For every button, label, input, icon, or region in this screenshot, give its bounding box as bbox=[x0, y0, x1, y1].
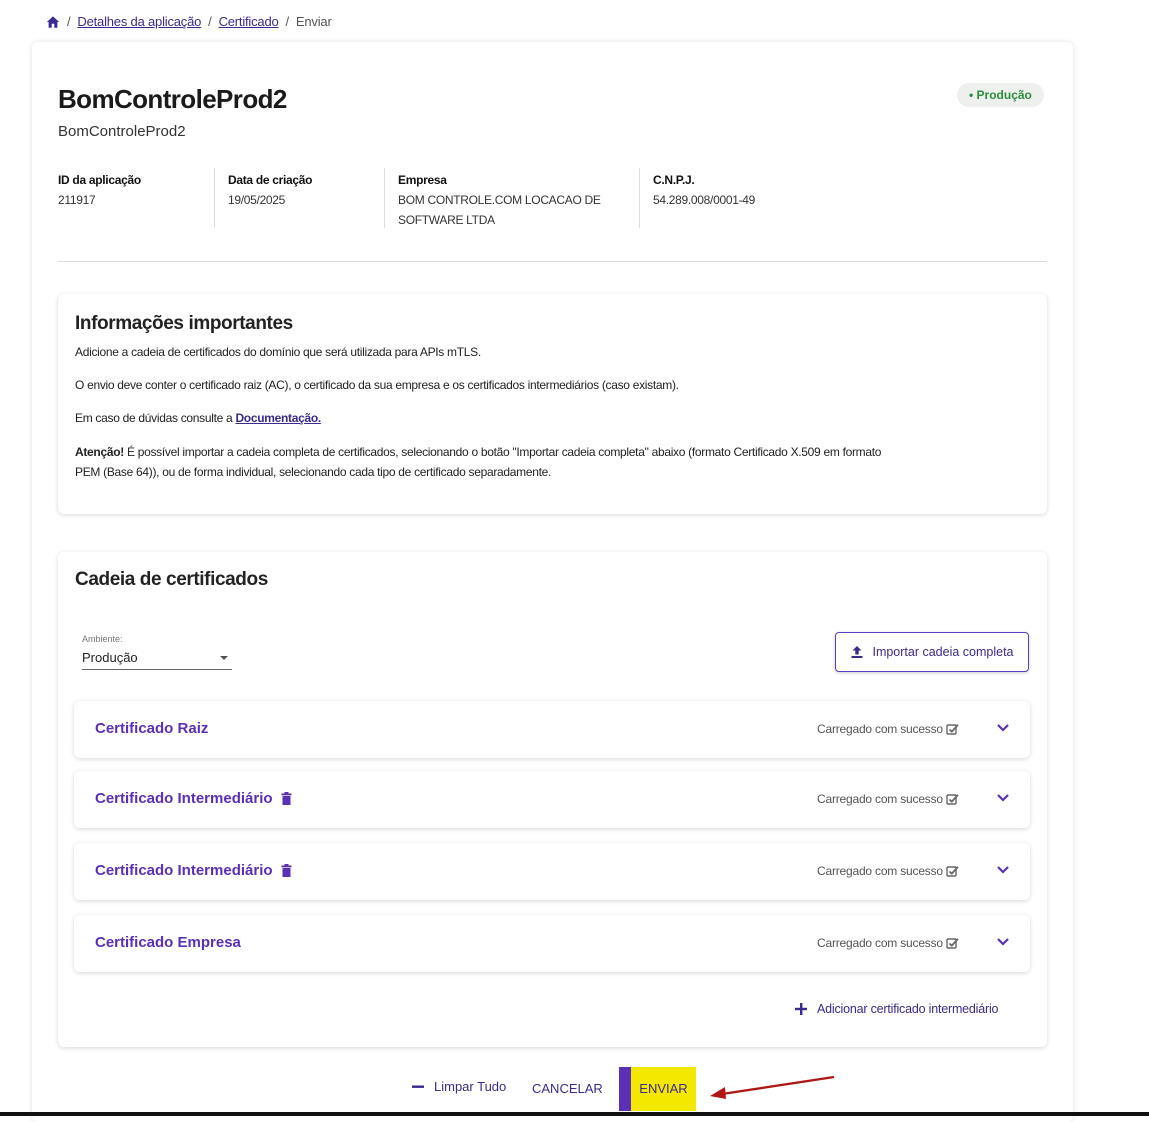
breadcrumb-current: Enviar bbox=[295, 14, 332, 29]
trash-icon[interactable] bbox=[281, 864, 292, 877]
breadcrumb: / Detalhes da aplicação / Certificado / … bbox=[46, 14, 332, 29]
caret-down-icon bbox=[220, 656, 228, 660]
info-paragraph: Em caso de dúvidas consulte a Documentaç… bbox=[75, 411, 321, 425]
breadcrumb-link-app-details[interactable]: Detalhes da aplicação bbox=[77, 14, 201, 29]
plus-icon bbox=[795, 1003, 807, 1015]
check-square-icon bbox=[946, 723, 959, 735]
certificate-row-intermediate[interactable]: Certificado Intermediário Carregado com … bbox=[74, 771, 1030, 828]
chevron-down-icon[interactable] bbox=[995, 934, 1011, 950]
info-paragraph: Adicione a cadeia de certificados do dom… bbox=[75, 345, 481, 359]
divider bbox=[384, 168, 385, 228]
send-button[interactable]: ENVIAR bbox=[619, 1067, 696, 1111]
meta-cnpj: C.N.P.J. 54.289.008/0001-49 bbox=[653, 173, 756, 207]
trash-icon[interactable] bbox=[281, 792, 292, 805]
upload-icon bbox=[851, 646, 863, 658]
annotation-arrow bbox=[710, 1075, 835, 1099]
info-title: Informações importantes bbox=[75, 313, 293, 334]
meta-app-id: ID da aplicação 211917 bbox=[58, 173, 141, 207]
certificate-row-intermediate[interactable]: Certificado Intermediário Carregado com … bbox=[74, 843, 1030, 900]
chevron-down-icon[interactable] bbox=[995, 720, 1011, 736]
check-square-icon bbox=[946, 937, 959, 949]
home-icon[interactable] bbox=[46, 15, 60, 29]
divider bbox=[639, 168, 640, 228]
window-bottom-border bbox=[0, 1112, 1149, 1116]
info-paragraph: O envio deve conter o certificado raiz (… bbox=[75, 378, 679, 392]
breadcrumb-link-certificate[interactable]: Certificado bbox=[219, 14, 279, 29]
chevron-down-icon[interactable] bbox=[995, 790, 1011, 806]
certificate-row-company[interactable]: Certificado Empresa Carregado com sucess… bbox=[74, 915, 1030, 972]
environment-label: Ambiente: bbox=[82, 634, 123, 644]
check-square-icon bbox=[946, 793, 959, 805]
documentation-link[interactable]: Documentação. bbox=[235, 411, 321, 425]
certificate-row-root[interactable]: Certificado Raiz Carregado com sucesso bbox=[74, 701, 1030, 758]
section-divider bbox=[58, 261, 1047, 262]
import-chain-button[interactable]: Importar cadeia completa bbox=[835, 632, 1029, 672]
cancel-button[interactable]: CANCELAR bbox=[532, 1081, 603, 1096]
add-intermediate-button[interactable]: Adicionar certificado intermediário bbox=[795, 1002, 998, 1016]
chevron-down-icon[interactable] bbox=[995, 862, 1011, 878]
info-attention: Atenção! É possível importar a cadeia co… bbox=[75, 445, 882, 479]
meta-created-date: Data de criação 19/05/2025 bbox=[228, 173, 313, 207]
chain-title: Cadeia de certificados bbox=[75, 569, 268, 590]
clear-all-button[interactable]: Limpar Tudo bbox=[412, 1079, 506, 1094]
status-badge: • Produção bbox=[957, 83, 1044, 107]
meta-company: Empresa BOM CONTROLE.COM LOCACAO DE SOFT… bbox=[398, 173, 601, 227]
check-square-icon bbox=[946, 865, 959, 877]
divider bbox=[214, 168, 215, 228]
page-subtitle: BomControleProd2 bbox=[58, 123, 186, 140]
page-title: BomControleProd2 bbox=[58, 84, 287, 114]
minus-icon bbox=[412, 1085, 424, 1088]
environment-select[interactable]: Produção bbox=[82, 647, 232, 670]
